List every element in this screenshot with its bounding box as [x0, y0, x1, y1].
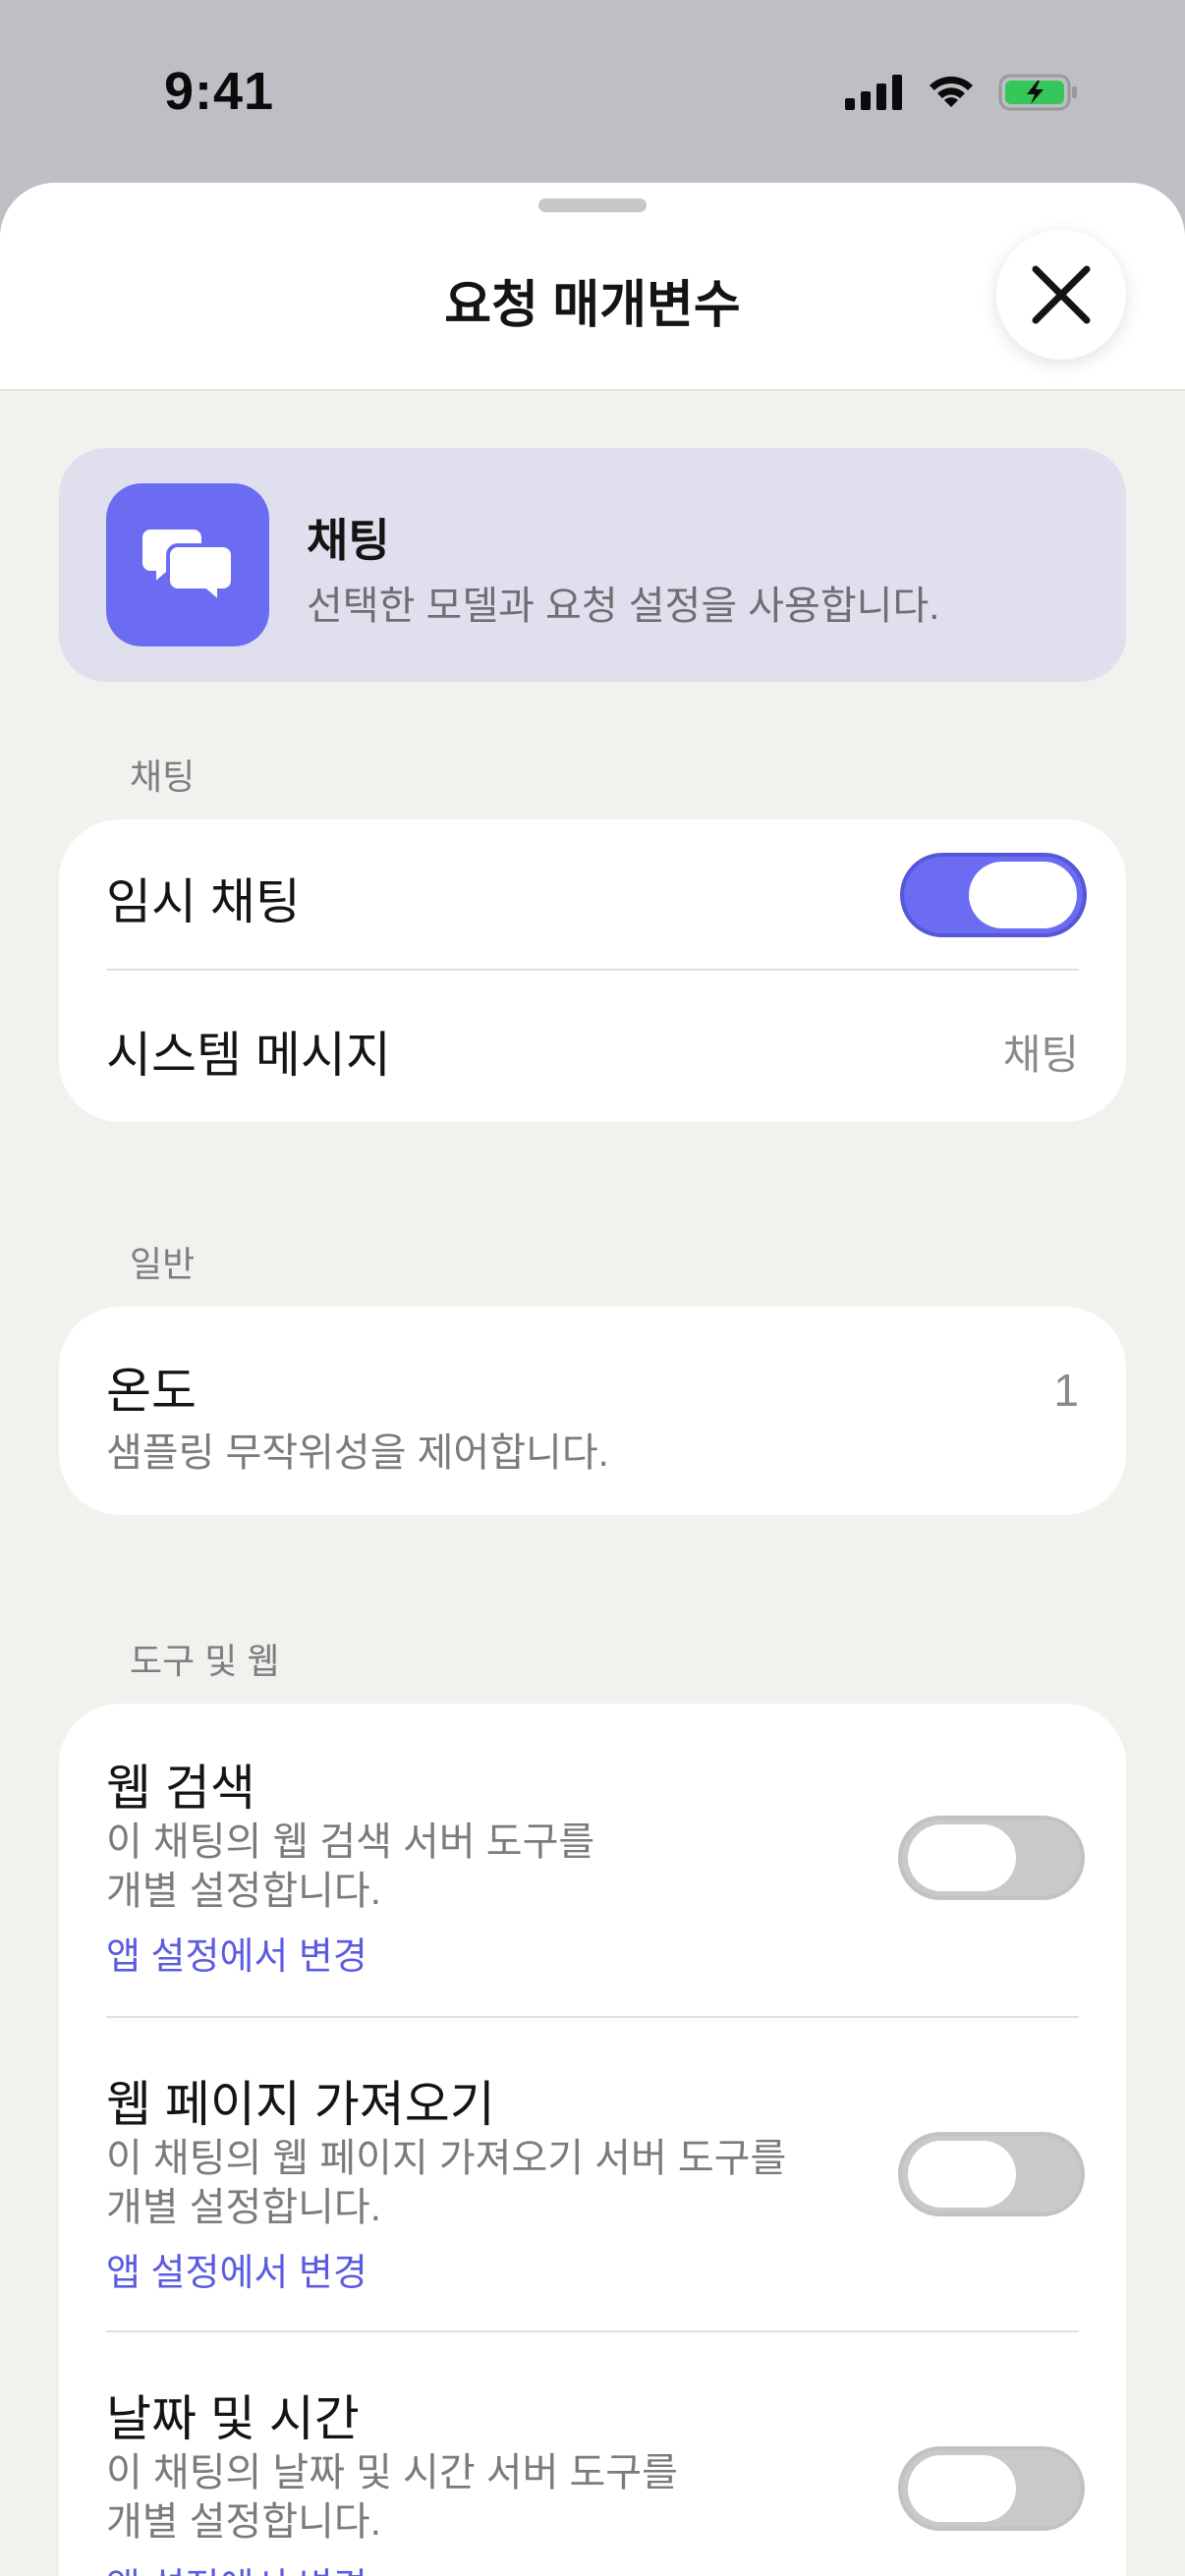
tool-description-line: 개별 설정합니다. — [106, 1870, 381, 1913]
chat-mode-card[interactable]: 채팅 선택한 모델과 요청 설정을 사용합니다. — [59, 448, 1126, 682]
tool-description-line: 개별 설정합니다. — [106, 2186, 381, 2229]
change-in-app-settings-link[interactable]: 앱 설정에서 변경 — [106, 2556, 367, 2576]
chat-mode-icon-tile — [106, 483, 269, 646]
mode-description: 선택한 모델과 요청 설정을 사용합니다. — [307, 585, 940, 628]
mode-title: 채팅 — [307, 515, 390, 566]
web-search-toggle[interactable] — [898, 1816, 1085, 1900]
temperature-value: 1 — [1053, 1365, 1079, 1416]
tool-description: 이 채팅의 날짜 및 시간 서버 도구를 개별 설정합니다. — [106, 2448, 853, 2547]
tool-description-line: 이 채팅의 웹 페이지 가져오기 서버 도구를 — [106, 2137, 787, 2180]
tool-description-line: 이 채팅의 웹 검색 서버 도구를 — [106, 1820, 595, 1864]
section-label-tools: 도구 및 웹 — [130, 1641, 280, 1681]
tool-title: 웹 페이지 가져오기 — [106, 2077, 495, 2132]
toggle-knob — [908, 2455, 1016, 2522]
toggle-knob — [908, 1824, 1016, 1891]
web-fetch-toggle[interactable] — [898, 2132, 1085, 2216]
tool-row-web-fetch[interactable]: 웹 페이지 가져오기 이 채팅의 웹 페이지 가져오기 서버 도구를 개별 설정… — [59, 2018, 1126, 2332]
status-icons — [845, 73, 1079, 112]
temporary-chat-row[interactable]: 임시 채팅 — [106, 819, 1087, 971]
wifi-icon — [930, 76, 973, 107]
tool-row-date-time[interactable]: 날짜 및 시간 이 채팅의 날짜 및 시간 서버 도구를 개별 설정합니다. 앱… — [59, 2332, 1126, 2576]
status-bar: 9:41 — [0, 0, 1185, 187]
tool-description-line: 개별 설정합니다. — [106, 2500, 381, 2544]
request-parameters-sheet: 요청 매개변수 채팅 선택한 모델과 요청 설정을 사용합니다. 채팅 임시 채… — [0, 183, 1185, 2576]
section-label-chat: 채팅 — [130, 756, 196, 797]
temporary-chat-toggle[interactable] — [900, 853, 1087, 937]
chat-bubbles-icon — [139, 526, 235, 606]
temperature-row[interactable]: 온도 샘플링 무작위성을 제어합니다. 1 — [106, 1307, 1079, 1515]
sheet-header: 요청 매개변수 — [0, 183, 1185, 391]
system-message-row[interactable]: 시스템 메시지 채팅 — [106, 971, 1079, 1122]
cellular-signal-icon — [845, 75, 902, 110]
temperature-label: 온도 — [106, 1364, 197, 1419]
section-label-general: 일반 — [130, 1244, 196, 1284]
temporary-chat-label: 임시 채팅 — [106, 874, 301, 929]
system-message-label: 시스템 메시지 — [106, 1028, 391, 1083]
date-time-toggle[interactable] — [898, 2446, 1085, 2531]
general-settings-group: 온도 샘플링 무작위성을 제어합니다. 1 — [59, 1307, 1126, 1515]
toggle-knob — [908, 2141, 1016, 2208]
tool-row-web-search[interactable]: 웹 검색 이 채팅의 웹 검색 서버 도구를 개별 설정합니다. 앱 설정에서 … — [59, 1704, 1126, 2018]
close-icon — [1032, 265, 1091, 324]
change-in-app-settings-link[interactable]: 앱 설정에서 변경 — [106, 1926, 367, 1980]
tool-description: 이 채팅의 웹 검색 서버 도구를 개별 설정합니다. — [106, 1818, 853, 1916]
status-time: 9:41 — [164, 62, 275, 121]
tool-title: 날짜 및 시간 — [106, 2391, 360, 2446]
temperature-description: 샘플링 무작위성을 제어합니다. — [106, 1431, 609, 1475]
tool-description: 이 채팅의 웹 페이지 가져오기 서버 도구를 개별 설정합니다. — [106, 2134, 853, 2232]
tool-title: 웹 검색 — [106, 1761, 255, 1816]
chat-settings-group: 임시 채팅 시스템 메시지 채팅 — [59, 819, 1126, 1122]
tool-description-line: 이 채팅의 날짜 및 시간 서버 도구를 — [106, 2451, 678, 2494]
sheet-grabber[interactable] — [538, 198, 647, 212]
close-button[interactable] — [996, 230, 1126, 360]
tools-settings-group: 웹 검색 이 채팅의 웹 검색 서버 도구를 개별 설정합니다. 앱 설정에서 … — [59, 1704, 1126, 2576]
system-message-value: 채팅 — [1002, 1032, 1079, 1078]
battery-charging-icon — [998, 74, 1077, 111]
toggle-knob — [969, 862, 1077, 928]
change-in-app-settings-link[interactable]: 앱 설정에서 변경 — [106, 2242, 367, 2296]
